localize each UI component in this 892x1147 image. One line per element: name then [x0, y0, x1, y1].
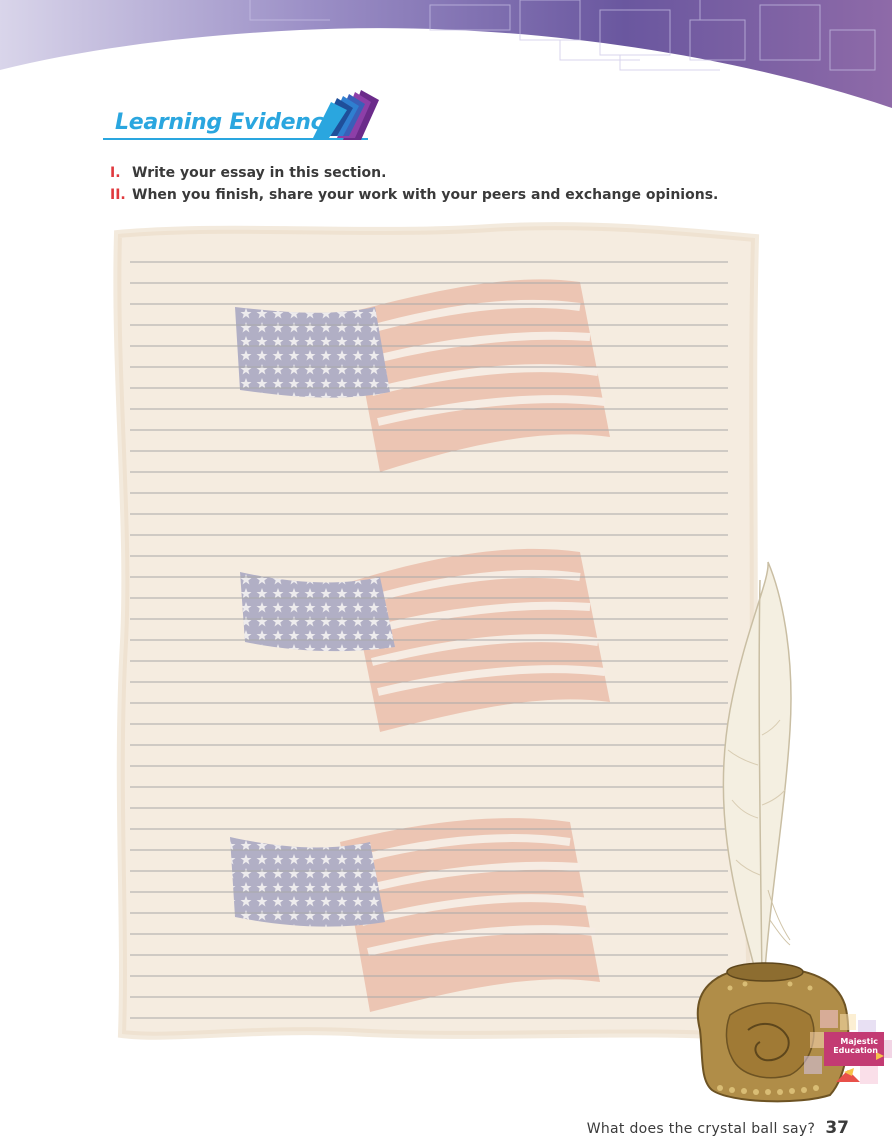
instruction-item: II. When you finish, share your work with… — [110, 184, 790, 206]
page-footer: What does the crystal ball say? 37 — [587, 1118, 849, 1138]
instruction-number: II. — [110, 187, 126, 203]
logo-line-majestic: Majestic — [840, 1037, 878, 1046]
stacked-books-icon — [313, 90, 379, 140]
instruction-text: Write your essay in this section. — [132, 165, 387, 181]
section-heading: Learning Evidence — [103, 88, 379, 146]
page-title: Learning Evidence — [115, 110, 339, 135]
page-number: 37 — [825, 1118, 849, 1138]
instructions-list: I. Write your essay in this section. II. W… — [110, 162, 790, 206]
publisher-logo: Majestic Education — [800, 1010, 892, 1092]
writing-paper[interactable] — [110, 222, 760, 1042]
instruction-text: When you finish, share your work with yo… — [132, 187, 719, 203]
instruction-number: I. — [110, 165, 121, 181]
footer-text: What does the crystal ball say? — [586, 1121, 816, 1137]
logo-line-education: Education — [833, 1046, 878, 1055]
instruction-item: I. Write your essay in this section. — [110, 162, 790, 184]
